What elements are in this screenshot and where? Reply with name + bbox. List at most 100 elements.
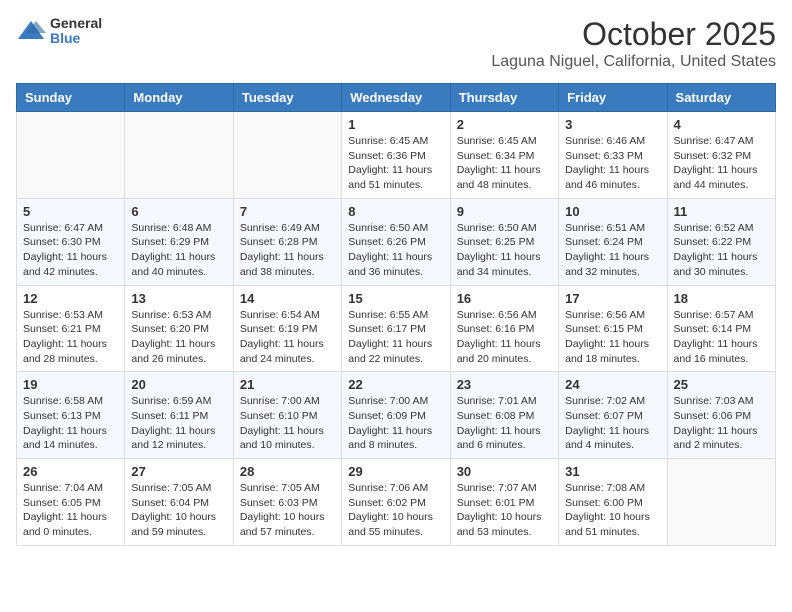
calendar-cell: 31Sunrise: 7:08 AM Sunset: 6:00 PM Dayli… bbox=[559, 459, 667, 546]
day-header-wednesday: Wednesday bbox=[342, 84, 450, 112]
day-header-friday: Friday bbox=[559, 84, 667, 112]
day-info: Sunrise: 6:56 AM Sunset: 6:15 PM Dayligh… bbox=[565, 308, 660, 367]
day-info: Sunrise: 6:45 AM Sunset: 6:36 PM Dayligh… bbox=[348, 134, 443, 193]
day-number: 22 bbox=[348, 377, 443, 392]
calendar-cell: 9 Sunrise: 6:50 AM Sunset: 6:25 PM Daylig… bbox=[450, 198, 558, 285]
day-number: 28 bbox=[240, 464, 335, 479]
day-info: Sunrise: 6:45 AM Sunset: 6:34 PM Dayligh… bbox=[457, 134, 552, 193]
day-number: 15 bbox=[348, 291, 443, 306]
calendar-cell: 12 Sunrise: 6:53 AM Sunset: 6:21 PM Dayli… bbox=[17, 285, 125, 372]
day-number: 2 bbox=[457, 117, 552, 132]
day-info: Sunrise: 6:58 AM Sunset: 6:13 PM Dayligh… bbox=[23, 394, 118, 453]
calendar-cell: 29 Sunrise: 7:06 AM Sunset: 6:02 PM Dayli… bbox=[342, 459, 450, 546]
calendar-cell: 20 Sunrise: 6:59 AM Sunset: 6:11 PM Dayli… bbox=[125, 372, 233, 459]
calendar-cell bbox=[667, 459, 775, 546]
day-number: 25 bbox=[674, 377, 769, 392]
day-info: Sunrise: 7:05 AM Sunset: 6:03 PM Dayligh… bbox=[240, 481, 335, 540]
calendar-cell bbox=[233, 112, 341, 199]
calendar-cell: 25 Sunrise: 7:03 AM Sunset: 6:06 PM Dayli… bbox=[667, 372, 775, 459]
month-title: October 2025 bbox=[491, 16, 776, 53]
day-info: Sunrise: 6:50 AM Sunset: 6:26 PM Dayligh… bbox=[348, 221, 443, 280]
calendar-cell: 23 Sunrise: 7:01 AM Sunset: 6:08 PM Dayli… bbox=[450, 372, 558, 459]
day-info: Sunrise: 6:57 AM Sunset: 6:14 PM Dayligh… bbox=[674, 308, 769, 367]
day-number: 16 bbox=[457, 291, 552, 306]
day-info: Sunrise: 7:05 AM Sunset: 6:04 PM Dayligh… bbox=[131, 481, 226, 540]
day-header-monday: Monday bbox=[125, 84, 233, 112]
calendar-cell: 27 Sunrise: 7:05 AM Sunset: 6:04 PM Dayli… bbox=[125, 459, 233, 546]
logo-icon bbox=[16, 19, 46, 43]
day-info: Sunrise: 6:53 AM Sunset: 6:20 PM Dayligh… bbox=[131, 308, 226, 367]
day-number: 9 bbox=[457, 204, 552, 219]
day-info: Sunrise: 7:06 AM Sunset: 6:02 PM Dayligh… bbox=[348, 481, 443, 540]
day-number: 18 bbox=[674, 291, 769, 306]
day-number: 4 bbox=[674, 117, 769, 132]
calendar-header-row: SundayMondayTuesdayWednesdayThursdayFrid… bbox=[17, 84, 776, 112]
day-number: 7 bbox=[240, 204, 335, 219]
day-info: Sunrise: 7:03 AM Sunset: 6:06 PM Dayligh… bbox=[674, 394, 769, 453]
calendar-table: SundayMondayTuesdayWednesdayThursdayFrid… bbox=[16, 83, 776, 546]
calendar-cell: 8 Sunrise: 6:50 AM Sunset: 6:26 PM Daylig… bbox=[342, 198, 450, 285]
logo: General Blue bbox=[16, 16, 102, 47]
day-info: Sunrise: 7:07 AM Sunset: 6:01 PM Dayligh… bbox=[457, 481, 552, 540]
day-number: 19 bbox=[23, 377, 118, 392]
day-number: 10 bbox=[565, 204, 660, 219]
day-info: Sunrise: 7:02 AM Sunset: 6:07 PM Dayligh… bbox=[565, 394, 660, 453]
day-info: Sunrise: 7:01 AM Sunset: 6:08 PM Dayligh… bbox=[457, 394, 552, 453]
calendar-cell: 4 Sunrise: 6:47 AM Sunset: 6:32 PM Daylig… bbox=[667, 112, 775, 199]
day-info: Sunrise: 6:49 AM Sunset: 6:28 PM Dayligh… bbox=[240, 221, 335, 280]
day-number: 11 bbox=[674, 204, 769, 219]
calendar-week-row: 26Sunrise: 7:04 AM Sunset: 6:05 PM Dayli… bbox=[17, 459, 776, 546]
day-info: Sunrise: 6:59 AM Sunset: 6:11 PM Dayligh… bbox=[131, 394, 226, 453]
day-number: 23 bbox=[457, 377, 552, 392]
calendar-cell: 3 Sunrise: 6:46 AM Sunset: 6:33 PM Daylig… bbox=[559, 112, 667, 199]
logo-blue: Blue bbox=[50, 31, 102, 46]
calendar-cell: 6Sunrise: 6:48 AM Sunset: 6:29 PM Daylig… bbox=[125, 198, 233, 285]
day-number: 12 bbox=[23, 291, 118, 306]
calendar-cell: 21 Sunrise: 7:00 AM Sunset: 6:10 PM Dayli… bbox=[233, 372, 341, 459]
day-info: Sunrise: 7:00 AM Sunset: 6:09 PM Dayligh… bbox=[348, 394, 443, 453]
calendar-cell bbox=[17, 112, 125, 199]
day-info: Sunrise: 7:08 AM Sunset: 6:00 PM Dayligh… bbox=[565, 481, 660, 540]
calendar-cell: 17 Sunrise: 6:56 AM Sunset: 6:15 PM Dayli… bbox=[559, 285, 667, 372]
day-number: 17 bbox=[565, 291, 660, 306]
day-number: 13 bbox=[131, 291, 226, 306]
day-number: 21 bbox=[240, 377, 335, 392]
day-info: Sunrise: 6:48 AM Sunset: 6:29 PM Dayligh… bbox=[131, 221, 226, 280]
day-info: Sunrise: 7:04 AM Sunset: 6:05 PM Dayligh… bbox=[23, 481, 118, 540]
calendar-week-row: 12 Sunrise: 6:53 AM Sunset: 6:21 PM Dayli… bbox=[17, 285, 776, 372]
day-info: Sunrise: 6:47 AM Sunset: 6:30 PM Dayligh… bbox=[23, 221, 118, 280]
day-number: 27 bbox=[131, 464, 226, 479]
day-info: Sunrise: 6:50 AM Sunset: 6:25 PM Dayligh… bbox=[457, 221, 552, 280]
day-info: Sunrise: 6:46 AM Sunset: 6:33 PM Dayligh… bbox=[565, 134, 660, 193]
calendar-cell: 7 Sunrise: 6:49 AM Sunset: 6:28 PM Daylig… bbox=[233, 198, 341, 285]
day-number: 5 bbox=[23, 204, 118, 219]
page-header: General Blue October 2025 Laguna Niguel,… bbox=[16, 16, 776, 71]
calendar-cell: 18 Sunrise: 6:57 AM Sunset: 6:14 PM Dayli… bbox=[667, 285, 775, 372]
location-title: Laguna Niguel, California, United States bbox=[491, 53, 776, 71]
day-info: Sunrise: 6:53 AM Sunset: 6:21 PM Dayligh… bbox=[23, 308, 118, 367]
calendar-cell: 13 Sunrise: 6:53 AM Sunset: 6:20 PM Dayli… bbox=[125, 285, 233, 372]
day-info: Sunrise: 6:55 AM Sunset: 6:17 PM Dayligh… bbox=[348, 308, 443, 367]
day-number: 30 bbox=[457, 464, 552, 479]
calendar-week-row: 5 Sunrise: 6:47 AM Sunset: 6:30 PM Daylig… bbox=[17, 198, 776, 285]
day-number: 29 bbox=[348, 464, 443, 479]
calendar-cell bbox=[125, 112, 233, 199]
calendar-cell: 11 Sunrise: 6:52 AM Sunset: 6:22 PM Dayli… bbox=[667, 198, 775, 285]
calendar-cell: 1 Sunrise: 6:45 AM Sunset: 6:36 PM Daylig… bbox=[342, 112, 450, 199]
day-info: Sunrise: 6:47 AM Sunset: 6:32 PM Dayligh… bbox=[674, 134, 769, 193]
day-header-sunday: Sunday bbox=[17, 84, 125, 112]
day-number: 1 bbox=[348, 117, 443, 132]
day-info: Sunrise: 6:56 AM Sunset: 6:16 PM Dayligh… bbox=[457, 308, 552, 367]
day-header-tuesday: Tuesday bbox=[233, 84, 341, 112]
calendar-cell: 2 Sunrise: 6:45 AM Sunset: 6:34 PM Daylig… bbox=[450, 112, 558, 199]
day-number: 14 bbox=[240, 291, 335, 306]
calendar-cell: 28 Sunrise: 7:05 AM Sunset: 6:03 PM Dayli… bbox=[233, 459, 341, 546]
day-number: 3 bbox=[565, 117, 660, 132]
calendar-cell: 15 Sunrise: 6:55 AM Sunset: 6:17 PM Dayli… bbox=[342, 285, 450, 372]
day-number: 8 bbox=[348, 204, 443, 219]
day-number: 20 bbox=[131, 377, 226, 392]
day-info: Sunrise: 6:52 AM Sunset: 6:22 PM Dayligh… bbox=[674, 221, 769, 280]
day-info: Sunrise: 6:54 AM Sunset: 6:19 PM Dayligh… bbox=[240, 308, 335, 367]
calendar-week-row: 1 Sunrise: 6:45 AM Sunset: 6:36 PM Daylig… bbox=[17, 112, 776, 199]
day-info: Sunrise: 7:00 AM Sunset: 6:10 PM Dayligh… bbox=[240, 394, 335, 453]
